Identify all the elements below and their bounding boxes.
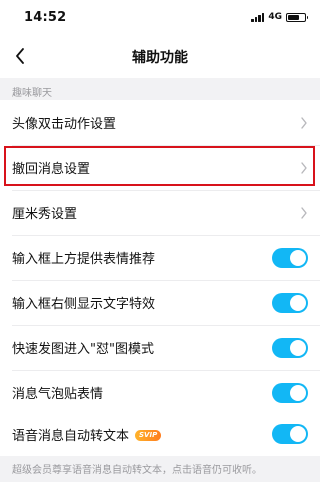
toggle-knob <box>290 384 306 401</box>
emoji-suggest-toggle[interactable] <box>272 247 308 268</box>
voice-label: 语音消息自动转文本 <box>12 428 130 444</box>
list-item-text-effect: 输入框右侧显示文字特效 <box>0 280 320 325</box>
list-item-cmshow[interactable]: 厘米秀设置 <box>0 190 320 235</box>
list-item-bubble-sticker: 消息气泡贴表情 <box>0 370 320 415</box>
list-item-voice-to-text: 语音消息自动转文本 SVIP <box>0 412 320 456</box>
chevron-right-icon <box>301 116 307 129</box>
chevron-right-icon <box>301 206 307 219</box>
item-label: 输入框右侧显示文字特效 <box>12 297 156 312</box>
toggle-knob <box>290 339 306 356</box>
status-bar: 14:52 4G <box>0 0 320 36</box>
page-title: 辅助功能 <box>132 50 188 66</box>
settings-group: 头像双击动作设置 撤回消息设置 厘米秀设置 输入框上方提供表情推荐 输入框右侧显… <box>0 100 320 415</box>
toggle-knob <box>290 426 306 442</box>
status-icons: 4G <box>251 12 308 22</box>
chevron-right-icon <box>301 161 307 174</box>
list-item-quick-image: 快速发图进入"怼"图模式 <box>0 325 320 370</box>
item-label: 厘米秀设置 <box>12 207 78 222</box>
item-label: 头像双击动作设置 <box>12 117 117 132</box>
item-label: 快速发图进入"怼"图模式 <box>12 342 154 357</box>
item-label: 输入框上方提供表情推荐 <box>12 252 156 267</box>
toggle-knob <box>290 249 306 266</box>
section-title: 趣味聊天 <box>12 88 52 99</box>
item-label: 消息气泡贴表情 <box>12 387 104 402</box>
quick-image-toggle[interactable] <box>272 337 308 358</box>
svip-badge: SVIP <box>135 429 162 441</box>
bubble-sticker-toggle[interactable] <box>272 382 308 403</box>
nav-bar: 辅助功能 <box>0 36 320 78</box>
item-label: 撤回消息设置 <box>12 162 91 177</box>
voice-note: 超级会员尊享语音消息自动转文本，点击语音仍可收听。 <box>12 465 262 476</box>
signal-icon <box>251 12 265 22</box>
list-item-avatar-double-click[interactable]: 头像双击动作设置 <box>0 100 320 145</box>
battery-fill <box>288 14 300 20</box>
list-item-recall-message[interactable]: 撤回消息设置 <box>0 145 320 190</box>
item-label: 语音消息自动转文本 SVIP <box>12 425 162 444</box>
toggle-knob <box>290 294 306 311</box>
battery-icon <box>286 12 308 22</box>
voice-group: 语音消息自动转文本 SVIP <box>0 412 320 456</box>
text-effect-toggle[interactable] <box>272 292 308 313</box>
status-time: 14:52 <box>24 10 67 25</box>
voice-to-text-toggle[interactable] <box>272 424 308 444</box>
network-type: 4G <box>268 12 282 22</box>
list-item-emoji-suggest: 输入框上方提供表情推荐 <box>0 235 320 280</box>
